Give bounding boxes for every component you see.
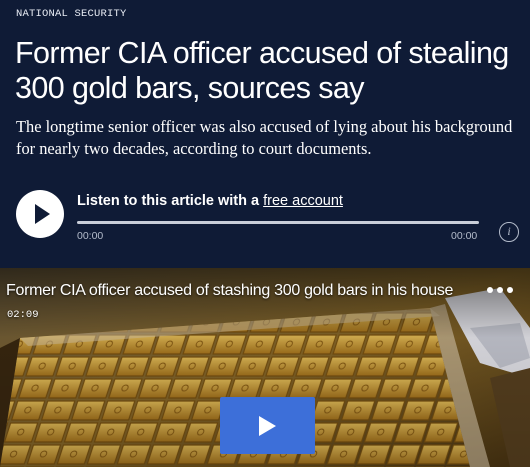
audio-play-button[interactable]: [16, 190, 64, 238]
article-header: NATIONAL SECURITY Former CIA officer acc…: [0, 0, 530, 268]
video-play-button[interactable]: [220, 397, 315, 454]
video-player[interactable]: Former CIA officer accused of stashing 3…: [0, 268, 530, 467]
section-kicker[interactable]: NATIONAL SECURITY: [16, 8, 127, 20]
info-icon[interactable]: i: [499, 222, 519, 242]
video-title[interactable]: Former CIA officer accused of stashing 3…: [6, 282, 453, 300]
video-duration: 02:09: [7, 309, 39, 321]
play-icon: [259, 416, 276, 436]
audio-player: Listen to this article with a free accou…: [0, 186, 530, 246]
listen-prefix: Listen to this article with a: [77, 193, 264, 209]
play-icon: [35, 204, 50, 224]
more-options-icon[interactable]: [484, 284, 516, 298]
listen-prompt: Listen to this article with a free accou…: [77, 193, 343, 209]
audio-progress-track[interactable]: [77, 221, 479, 224]
audio-total-time: 00:00: [451, 230, 478, 242]
article-dek: The longtime senior officer was also acc…: [16, 117, 513, 158]
free-account-link[interactable]: free account: [263, 193, 343, 209]
audio-current-time: 00:00: [77, 230, 104, 242]
article-headline: Former CIA officer accused of stealing 3…: [15, 36, 509, 105]
